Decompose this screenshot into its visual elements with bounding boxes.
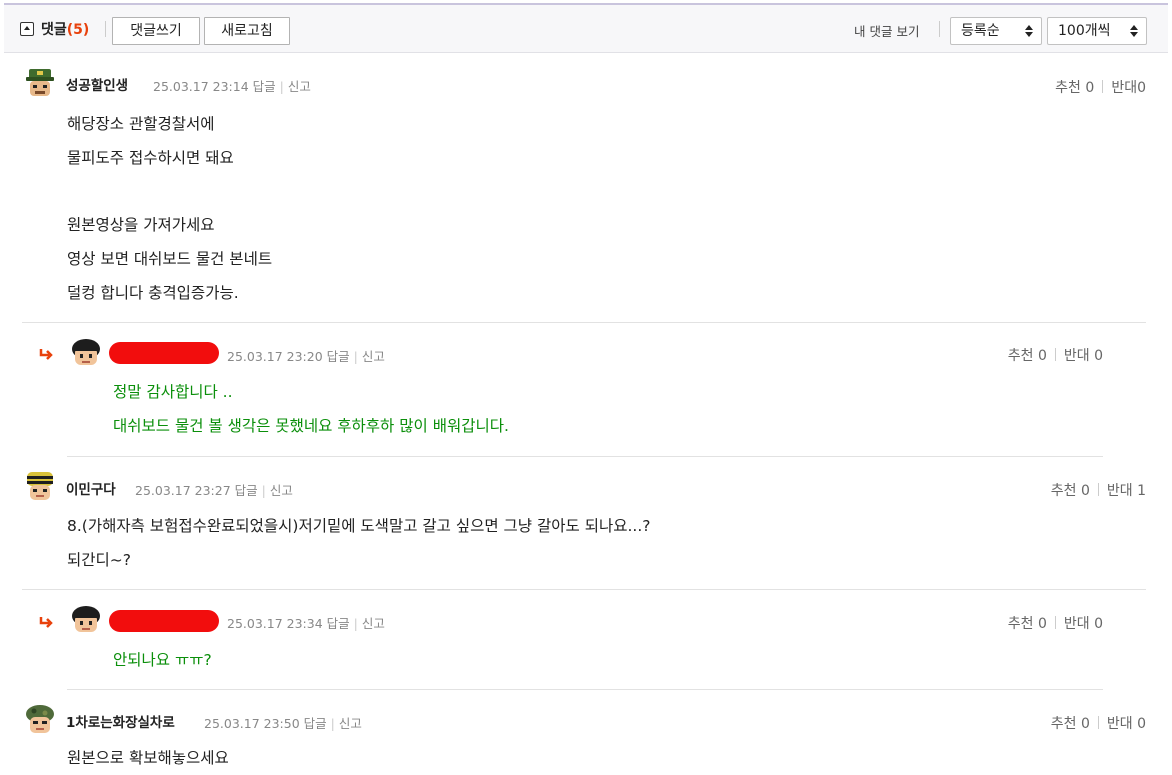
recommend-button[interactable]: 추천 0 [1051, 716, 1090, 732]
select-arrows-icon [1025, 24, 1033, 38]
comment-author[interactable]: 이민구다 [66, 478, 116, 498]
comment-author[interactable]: 1차로는화장실차로 [66, 711, 175, 731]
oppose-count: 1 [1137, 483, 1146, 499]
recommend-button[interactable]: 추천 0 [1008, 348, 1047, 364]
recommend-count: 0 [1037, 348, 1047, 364]
recommend-count: 0 [1080, 716, 1090, 732]
recommend-button[interactable]: 추천 0 [1055, 80, 1094, 96]
comment-divider [22, 322, 1146, 323]
oppose-count: 0 [1137, 716, 1146, 732]
comment-meta: 25.03.17 23:34 답글 | 신고 [227, 616, 385, 631]
comment-datetime: 25.03.17 23:20 [227, 349, 323, 364]
report-link[interactable]: 신고 [362, 349, 385, 364]
comments-count: (5) [66, 22, 90, 38]
comment-votes: 추천 0 반대 0 [1008, 345, 1103, 365]
comment-meta: 25.03.17 23:50 답글 | 신고 [204, 716, 362, 731]
comment-meta: 25.03.17 23:27 답글 | 신고 [135, 483, 293, 498]
reply-link[interactable]: 답글 [327, 349, 350, 364]
camo-helmet-avatar-icon [26, 705, 54, 733]
sort-select-value: 등록순 [961, 23, 1000, 39]
report-link[interactable]: 신고 [339, 716, 362, 731]
boy-avatar-icon [72, 606, 100, 632]
report-link[interactable]: 신고 [288, 79, 311, 94]
write-comment-button[interactable]: 댓글쓰기 [112, 17, 200, 45]
comment-votes: 추천 0 반대 1 [1051, 480, 1146, 500]
comment-votes: 추천 0 반대 0 [1008, 613, 1103, 633]
oppose-count: 0 [1094, 348, 1103, 364]
report-link[interactable]: 신고 [270, 483, 293, 498]
toolbar-divider [939, 21, 940, 37]
comment-meta: 25.03.17 23:14 답글 | 신고 [153, 79, 311, 94]
comment-author[interactable]: 성공할인생 [66, 74, 128, 94]
reply-link[interactable]: 답글 [253, 79, 276, 94]
comment-votes: 추천 0 반대 0 [1051, 713, 1146, 733]
oppose-button[interactable]: 반대 0 [1064, 348, 1103, 364]
comment-text-line: 원본영상을 가져가세요 [67, 216, 215, 234]
reply-link[interactable]: 답글 [327, 616, 350, 631]
comment-text-line: 8.(가해자측 보험접수완료되었을시)저기밑에 도색말고 갈고 싶으면 그냥 갈… [67, 517, 651, 535]
report-link[interactable]: 신고 [362, 616, 385, 631]
comment-divider [22, 589, 1146, 590]
comment-text-line: 되간디~? [67, 551, 131, 569]
comment-text-line: 덜컹 합니다 충격입증가능. [67, 284, 239, 302]
reply-link[interactable]: 답글 [235, 483, 258, 498]
comment-datetime: 25.03.17 23:14 [153, 79, 249, 94]
oppose-count: 0 [1094, 616, 1103, 632]
comments-title: 댓글 [41, 22, 67, 38]
toolbar-divider [105, 21, 106, 37]
oppose-button[interactable]: 반대 0 [1107, 716, 1146, 732]
boy-avatar-icon [72, 339, 100, 365]
comments-heading: 댓글(5) [41, 19, 89, 39]
oppose-count: 0 [1137, 80, 1146, 96]
comment-datetime: 25.03.17 23:27 [135, 483, 231, 498]
reply-text-line: 대쉬보드 물건 볼 생각은 못했네요 후하후하 많이 배워갑니다. [113, 417, 509, 435]
comment-text-line: 물피도주 접수하시면 돼요 [67, 149, 234, 167]
oppose-button[interactable]: 반대0 [1111, 80, 1146, 96]
comment-divider [67, 456, 1103, 457]
page-size-select-value: 100개씩 [1058, 23, 1111, 39]
oppose-button[interactable]: 반대 0 [1064, 616, 1103, 632]
soldier-avatar-icon [26, 69, 54, 96]
comment-datetime: 25.03.17 23:50 [204, 716, 300, 731]
comment-text-line: 원본으로 확보해놓으세요 [67, 749, 229, 767]
redacted-nickname [109, 610, 219, 632]
oppose-button[interactable]: 반대 1 [1107, 483, 1146, 499]
redacted-nickname [109, 342, 219, 364]
page-size-select[interactable]: 100개씩 [1047, 17, 1147, 45]
comment-votes: 추천 0 반대0 [1055, 77, 1146, 97]
recommend-count: 0 [1080, 483, 1090, 499]
reply-text-line: 안되나요 ㅠㅠ? [113, 651, 212, 669]
recommend-count: 0 [1085, 80, 1095, 96]
comment-datetime: 25.03.17 23:34 [227, 616, 323, 631]
sort-select[interactable]: 등록순 [950, 17, 1042, 45]
comment-divider [67, 689, 1103, 690]
reply-text-line: 정말 감사합니다 .. [113, 383, 233, 401]
recommend-button[interactable]: 추천 0 [1008, 616, 1047, 632]
reply-arrow-icon [39, 617, 53, 628]
my-comments-link[interactable]: 내 댓글 보기 [854, 21, 919, 40]
comment-text-line: 영상 보면 대쉬보드 물건 본네트 [67, 250, 273, 268]
recommend-button[interactable]: 추천 0 [1051, 483, 1090, 499]
comment-meta: 25.03.17 23:20 답글 | 신고 [227, 349, 385, 364]
select-arrows-icon [1130, 24, 1138, 38]
comment-toolbar: 댓글(5) 댓글쓰기 새로고침 내 댓글 보기 등록순 100개씩 [4, 5, 1168, 53]
helmet-avatar-icon [27, 472, 53, 500]
reply-arrow-icon [39, 349, 53, 360]
refresh-button[interactable]: 새로고침 [204, 17, 290, 45]
recommend-count: 0 [1037, 616, 1047, 632]
comment-text-line: 해당장소 관할경찰서에 [67, 115, 215, 133]
reply-link[interactable]: 답글 [304, 716, 327, 731]
collapse-toggle-icon[interactable] [20, 22, 34, 36]
